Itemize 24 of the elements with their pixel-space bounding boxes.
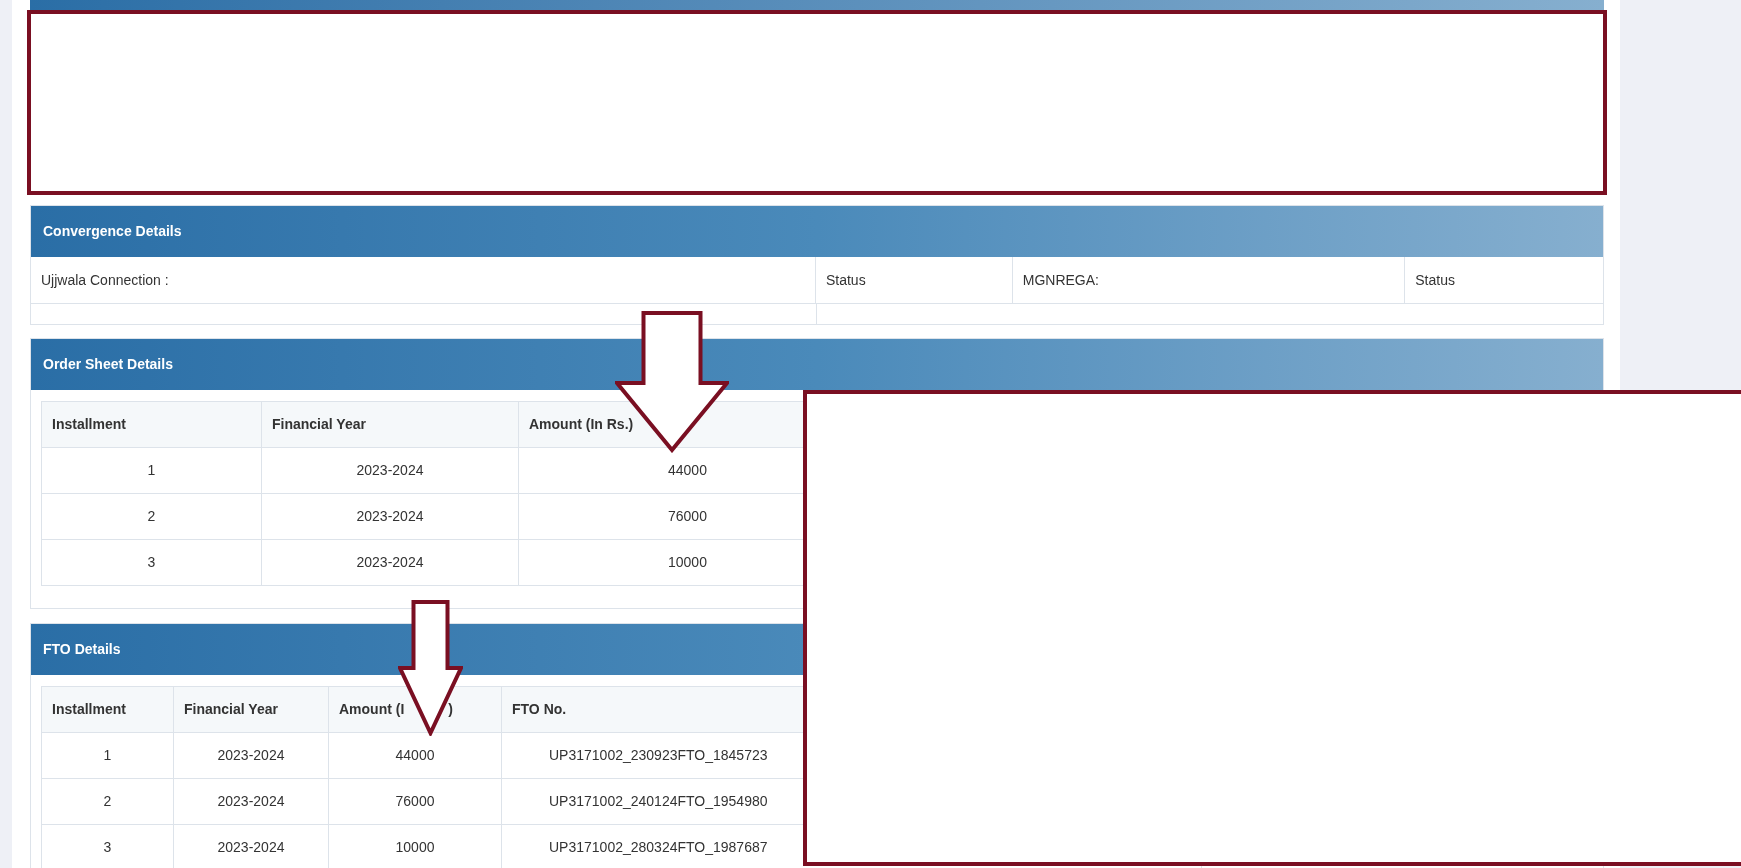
table-cell: 2023-2024 [173, 778, 329, 825]
panel-title: Convergence Details [43, 222, 182, 241]
table-cell: MGNREGA: [1012, 257, 1406, 303]
table-cell: Status [815, 257, 1013, 303]
column-header: Installment [41, 686, 174, 733]
table-cell: 1 [41, 732, 174, 779]
table-cell: Ujjwala Connection : [31, 257, 816, 303]
table-cell: 3 [41, 539, 262, 586]
panel-title: FTO Details [43, 640, 121, 659]
column-header: Installment [41, 401, 262, 448]
table-cell: 2023-2024 [261, 493, 519, 540]
table-cell: 2 [41, 493, 262, 540]
table-cell: 3 [41, 824, 174, 868]
table-cell-text: Status [1414, 270, 1456, 290]
table-cell: 2 [41, 778, 174, 825]
table-cell: 44000 [328, 732, 502, 779]
table-cell: 2023-2024 [173, 732, 329, 779]
table-cell: 1 [41, 447, 262, 494]
table-cell: 2023-2024 [261, 539, 519, 586]
panel-title: Order Sheet Details [43, 355, 173, 374]
column-header: Financial Year [173, 686, 329, 733]
table-cell: 2023-2024 [261, 447, 519, 494]
table-cell: 76000 [328, 778, 502, 825]
column-header: Financial Year [261, 401, 519, 448]
